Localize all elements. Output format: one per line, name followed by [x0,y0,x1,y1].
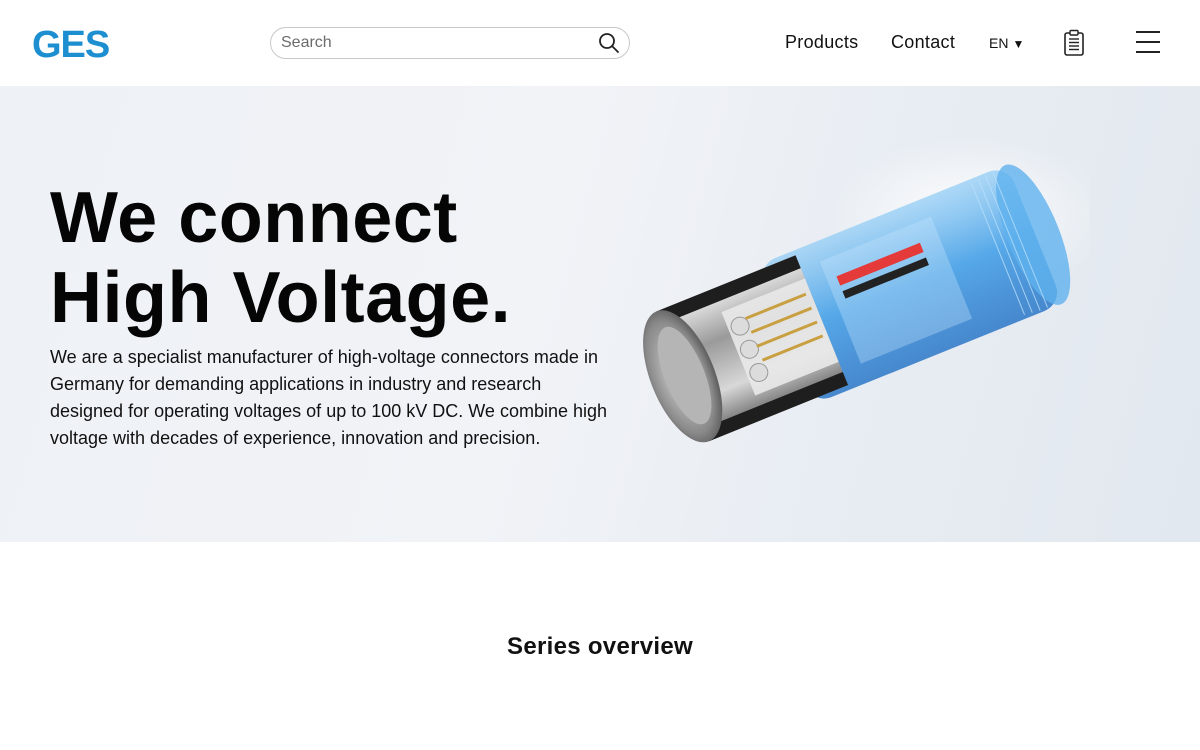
connector-illustration [610,126,1110,486]
hero-title: We connect High Voltage. [50,178,511,338]
search-icon[interactable] [597,31,621,55]
site-header: GES Products Contact EN▼ [0,0,1200,86]
hero-section: We connect High Voltage. We are a specia… [0,86,1200,542]
ges-logo[interactable]: GES [32,24,116,66]
search-box [270,27,630,59]
hero-title-line1: We connect [50,178,458,258]
nav-products[interactable]: Products [785,32,858,53]
search-input[interactable] [281,28,591,58]
svg-text:GES: GES [32,26,109,62]
chevron-down-icon: ▼ [1012,37,1025,51]
hamburger-menu-icon[interactable] [1136,31,1160,53]
hero-title-line2: High Voltage. [50,258,512,338]
series-overview-title: Series overview [507,633,693,660]
nav-contact[interactable]: Contact [891,32,955,53]
clipboard-icon[interactable] [1062,29,1086,57]
language-selector[interactable]: EN ▼ [989,35,1024,51]
hero-description: We are a specialist manufacturer of high… [50,347,608,448]
language-label: EN [989,35,1009,51]
